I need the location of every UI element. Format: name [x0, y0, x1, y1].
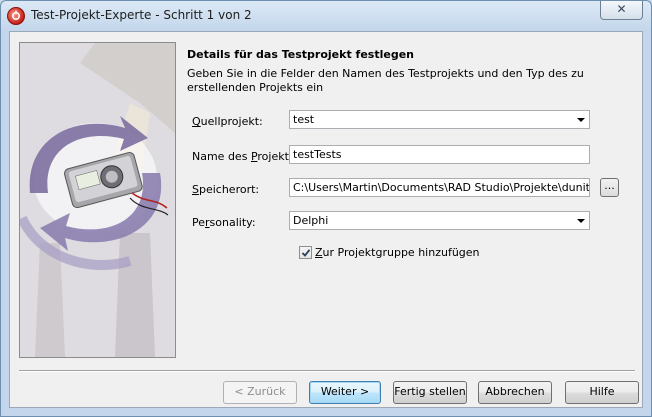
wizard-illustration — [19, 42, 176, 358]
finish-button[interactable]: Fertig stellen — [393, 381, 467, 404]
page-heading: Details für das Testprojekt festlegen — [187, 48, 414, 61]
close-button[interactable]: ✕ — [600, 1, 643, 20]
close-icon: ✕ — [616, 2, 627, 16]
app-icon[interactable] — [7, 7, 25, 25]
chevron-down-icon[interactable] — [577, 219, 585, 223]
source-project-combobox[interactable]: test — [289, 110, 590, 129]
dialog-body: Details für das Testprojekt festlegen Ge… — [9, 31, 643, 408]
wizard-window: Test-Projekt-Experte - Schritt 1 von 2 ✕ — [0, 0, 652, 417]
location-input[interactable]: C:\Users\Martin\Documents\RAD Studio\Pro… — [289, 178, 590, 197]
window-title: Test-Projekt-Experte - Schritt 1 von 2 — [31, 8, 252, 22]
personality-label: Personality: — [192, 216, 256, 229]
chevron-down-icon[interactable] — [577, 118, 585, 122]
location-label: Speicherort: — [192, 183, 260, 196]
project-name-label: Name des Projekts: — [192, 150, 299, 163]
next-button[interactable]: Weiter > — [309, 381, 381, 404]
page-description: Geben Sie in die Felder den Namen des Te… — [187, 67, 584, 94]
checkmark-icon — [301, 249, 311, 257]
project-name-value: testTests — [293, 148, 342, 161]
back-button[interactable]: < Zurück — [223, 381, 297, 404]
cancel-button[interactable]: Abbrechen — [478, 381, 552, 404]
source-project-label: Quellprojekt: — [192, 115, 263, 128]
personality-combobox[interactable]: Delphi — [289, 211, 590, 230]
location-value: C:\Users\Martin\Documents\RAD Studio\Pro… — [293, 181, 590, 194]
help-button[interactable]: Hilfe — [565, 381, 639, 404]
browse-button[interactable]: ... — [600, 178, 619, 197]
add-to-group-label[interactable]: Zur Projektgruppe hinzufügen — [315, 246, 480, 259]
personality-value: Delphi — [293, 214, 329, 227]
project-name-input[interactable]: testTests — [289, 145, 590, 164]
title-bar[interactable]: Test-Projekt-Experte - Schritt 1 von 2 ✕ — [1, 1, 651, 31]
source-project-value: test — [293, 113, 315, 126]
button-separator — [19, 370, 635, 372]
add-to-group-checkbox[interactable] — [299, 246, 312, 259]
